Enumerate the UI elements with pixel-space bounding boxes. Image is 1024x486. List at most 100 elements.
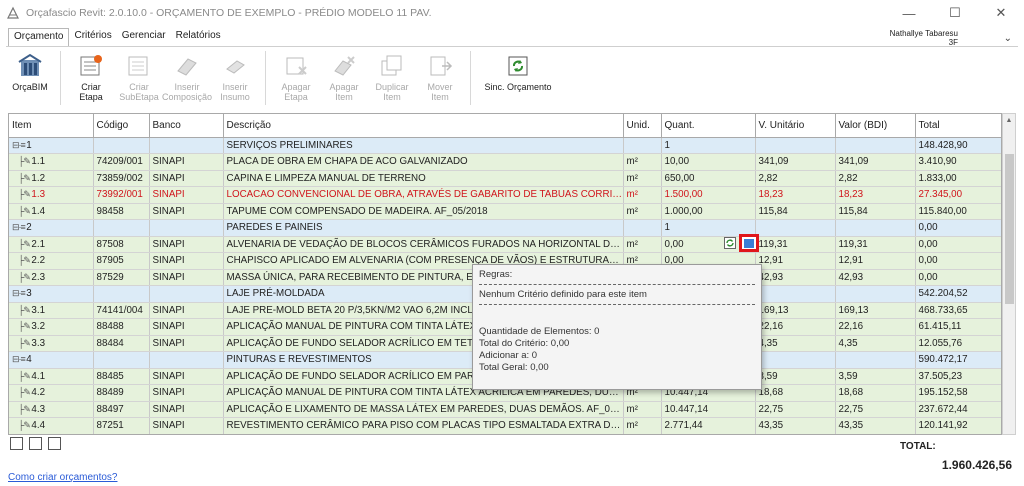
inserir-composicao-button[interactable]: Inserir Composição (162, 47, 212, 109)
col-valor-bdi[interactable]: Valor (BDI) (835, 114, 916, 138)
col-unidade[interactable]: Unid. (623, 114, 662, 138)
cell-total[interactable]: 27.345,00 (915, 186, 1001, 204)
cell-valor-bdi[interactable] (835, 351, 916, 369)
cell-unidade[interactable]: m² (623, 203, 662, 220)
cell-banco[interactable] (149, 219, 224, 237)
cell-codigo[interactable]: 87508 (93, 236, 150, 253)
apagar-etapa-button[interactable]: Apagar Etapa (272, 47, 320, 109)
criar-subetapa-button[interactable]: Criar SubEtapa (115, 47, 163, 109)
cell-banco[interactable]: SINAPI (149, 335, 224, 352)
criar-etapa-button[interactable]: Criar Etapa (67, 47, 115, 109)
cell-codigo[interactable] (93, 285, 150, 303)
cell-valor-bdi[interactable]: 169,13 (835, 302, 916, 319)
cell-valor-bdi[interactable]: 42,93 (835, 269, 916, 286)
cell-valor-unitario[interactable] (755, 137, 836, 154)
cell-valor-bdi[interactable]: 43,35 (835, 417, 916, 434)
inserir-insumo-button[interactable]: Inserir Insumo (211, 47, 259, 109)
cell-unidade[interactable]: m² (623, 417, 662, 434)
criteria-button-highlighted[interactable] (739, 234, 759, 252)
cell-codigo[interactable]: 88488 (93, 318, 150, 336)
cell-valor-unitario[interactable]: 12,91 (755, 252, 836, 270)
tab-gerenciar[interactable]: Gerenciar (117, 28, 171, 46)
cell-item[interactable]: ├✎ 3.3 (9, 335, 94, 352)
cell-valor-unitario[interactable]: 4,35 (755, 335, 836, 352)
cell-quantidade[interactable]: 1 (661, 137, 756, 154)
cell-total[interactable]: 195.152,58 (915, 384, 1001, 402)
cell-valor-bdi[interactable]: 115,84 (835, 203, 916, 220)
cell-codigo[interactable]: 87251 (93, 417, 150, 434)
cell-codigo[interactable]: 88489 (93, 384, 150, 402)
cell-item[interactable]: ├✎ 2.1 (9, 236, 94, 253)
cell-total[interactable]: 237.672,44 (915, 401, 1001, 418)
cell-valor-unitario[interactable]: 119,31 (755, 236, 836, 253)
cell-valor-unitario[interactable]: 22,75 (755, 401, 836, 418)
cell-total[interactable]: 61.415,11 (915, 318, 1001, 336)
cell-banco[interactable]: SINAPI (149, 269, 224, 286)
cell-valor-bdi[interactable]: 18,68 (835, 384, 916, 402)
cell-codigo[interactable]: 74209/001 (93, 153, 150, 171)
cell-banco[interactable]: SINAPI (149, 252, 224, 270)
cell-valor-unitario[interactable]: 3,59 (755, 368, 836, 385)
cell-unidade[interactable]: m² (623, 401, 662, 418)
cell-valor-bdi[interactable] (835, 219, 916, 237)
cell-descricao[interactable]: PAREDES E PAINEIS (223, 219, 624, 237)
col-item[interactable]: Item (9, 114, 94, 138)
chevron-down-icon[interactable]: ⌄ (1004, 33, 1012, 44)
cell-unidade[interactable] (623, 137, 662, 154)
cell-codigo[interactable] (93, 219, 150, 237)
move-down-icon[interactable] (48, 437, 61, 450)
sinc-orcamento-button[interactable]: Sinc. Orçamento (477, 47, 559, 109)
cell-total[interactable]: 148.428,90 (915, 137, 1001, 154)
col-valor-unitario[interactable]: V. Unitário (755, 114, 836, 138)
cell-valor-bdi[interactable]: 341,09 (835, 153, 916, 171)
cell-total[interactable]: 0,00 (915, 252, 1001, 270)
cell-valor-bdi[interactable]: 22,75 (835, 401, 916, 418)
cell-valor-bdi[interactable]: 18,23 (835, 186, 916, 204)
scroll-thumb[interactable] (1005, 154, 1014, 304)
cell-total[interactable]: 115.840,00 (915, 203, 1001, 220)
cell-codigo[interactable]: 87529 (93, 269, 150, 286)
stage-row[interactable]: ⊟·≡ 1 SERVIÇOS PRELIMINARES 1 148.428,90 (9, 137, 1001, 154)
cell-valor-unitario[interactable] (755, 351, 836, 369)
cell-banco[interactable]: SINAPI (149, 417, 224, 434)
cell-total[interactable]: 590.472,17 (915, 351, 1001, 369)
cell-item[interactable]: ├✎ 4.4 (9, 417, 94, 434)
col-descricao[interactable]: Descrição (223, 114, 624, 138)
cell-codigo[interactable]: 88497 (93, 401, 150, 418)
col-banco[interactable]: Banco (149, 114, 224, 138)
cell-quantidade[interactable]: 1.500,00 (661, 186, 756, 204)
minimize-button[interactable]: — (886, 0, 932, 26)
tab-relatorios[interactable]: Relatórios (171, 28, 226, 46)
cell-valor-bdi[interactable]: 2,82 (835, 170, 916, 187)
cell-codigo[interactable]: 87905 (93, 252, 150, 270)
cell-codigo[interactable]: 73859/002 (93, 170, 150, 187)
cell-unidade[interactable]: m² (623, 170, 662, 187)
table-row[interactable]: ├✎ 4.3 88497 SINAPI APLICAÇÃO E LIXAMENTO D… (9, 401, 1001, 418)
tab-orcamento[interactable]: Orçamento (8, 28, 70, 46)
cell-valor-bdi[interactable]: 3,59 (835, 368, 916, 385)
cell-codigo[interactable] (93, 351, 150, 369)
cell-descricao[interactable]: APLICAÇÃO E LIXAMENTO DE MASSA LÁTEX EM … (223, 401, 624, 418)
move-up-icon[interactable] (29, 437, 42, 450)
cell-item[interactable]: ├✎ 2.3 (9, 269, 94, 286)
cell-item[interactable]: ├✎ 4.2 (9, 384, 94, 402)
cell-item[interactable]: ⊟·≡ 4 (9, 351, 94, 369)
cell-valor-bdi[interactable] (835, 137, 916, 154)
cell-banco[interactable]: SINAPI (149, 302, 224, 319)
cell-valor-unitario[interactable] (755, 285, 836, 303)
cell-banco[interactable] (149, 285, 224, 303)
cell-item[interactable]: ⊟·≡ 2 (9, 219, 94, 237)
cell-total[interactable]: 1.833,00 (915, 170, 1001, 187)
sync-row-icon[interactable] (724, 237, 736, 249)
cell-descricao[interactable]: TAPUME COM COMPENSADO DE MADEIRA. AF_05/… (223, 203, 624, 220)
orcabim-button[interactable]: OrçaBIM (6, 47, 54, 109)
cell-total[interactable]: 120.141,92 (915, 417, 1001, 434)
cell-unidade[interactable]: m² (623, 153, 662, 171)
apagar-item-button[interactable]: Apagar Item (320, 47, 368, 109)
cell-codigo[interactable]: 88484 (93, 335, 150, 352)
cell-valor-unitario[interactable]: 42,93 (755, 269, 836, 286)
cell-codigo[interactable]: 98458 (93, 203, 150, 220)
cell-descricao[interactable]: PLACA DE OBRA EM CHAPA DE ACO GALVANIZAD… (223, 153, 624, 171)
collapse-all-icon[interactable] (10, 437, 23, 450)
cell-banco[interactable] (149, 137, 224, 154)
